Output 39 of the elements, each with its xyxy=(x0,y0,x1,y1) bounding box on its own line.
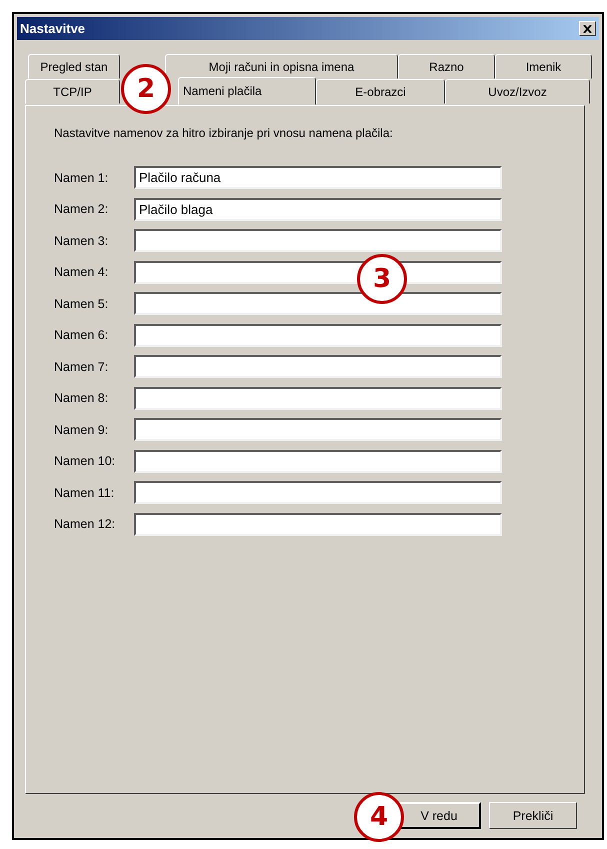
field-label: Namen 6: xyxy=(54,328,110,342)
field-label: Namen 2: xyxy=(54,202,110,216)
description-text: Nastavitve namenov za hitro izbiranje pri vnosu namena plačila: xyxy=(54,126,394,140)
tab[interactable]: E-obrazci xyxy=(316,79,445,104)
input-field[interactable] xyxy=(134,292,502,316)
callout-marker: 2 xyxy=(121,64,171,114)
callout-marker: 4 xyxy=(354,792,404,842)
window-title: Nastavitve xyxy=(20,21,86,36)
tab[interactable]: Uvoz/Izvoz xyxy=(445,79,590,104)
tab[interactable]: TCP/IP xyxy=(25,79,120,104)
input-field[interactable]: Plačilo blaga xyxy=(134,198,502,221)
input-field[interactable] xyxy=(134,512,502,536)
field-label: Namen 5: xyxy=(54,296,110,311)
input-field[interactable] xyxy=(134,229,502,252)
field-label: Namen 7: xyxy=(54,360,110,374)
ok-button[interactable]: V redu xyxy=(397,802,481,829)
close-button[interactable] xyxy=(579,21,596,36)
input-field[interactable] xyxy=(134,324,502,347)
input-field[interactable] xyxy=(134,386,502,410)
field-label: Namen 12: xyxy=(54,517,116,532)
field-label: Namen 1: xyxy=(54,170,110,185)
tab[interactable]: Imenik xyxy=(495,54,592,79)
cancel-button[interactable]: Prekliči xyxy=(489,802,577,829)
input-field[interactable] xyxy=(134,481,502,504)
field-label: Namen 11: xyxy=(54,486,116,500)
tab[interactable]: Pregled stan xyxy=(28,54,120,79)
tab[interactable]: Moji računi in opisna imena xyxy=(165,54,398,79)
field-label: Namen 3: xyxy=(54,234,110,248)
input-field[interactable] xyxy=(134,355,502,378)
field-label: Namen 10: xyxy=(54,454,116,468)
field-label: Namen 4: xyxy=(54,265,110,280)
tab[interactable]: Razno xyxy=(398,54,495,79)
input-field[interactable] xyxy=(134,418,502,442)
field-label: Namen 9: xyxy=(54,422,110,437)
input-field[interactable] xyxy=(134,450,502,473)
tab[interactable]: Nameni plačila xyxy=(178,77,316,105)
field-label: Namen 8: xyxy=(54,391,110,406)
close-icon xyxy=(583,24,592,32)
input-field[interactable]: Plačilo računa xyxy=(134,166,502,190)
